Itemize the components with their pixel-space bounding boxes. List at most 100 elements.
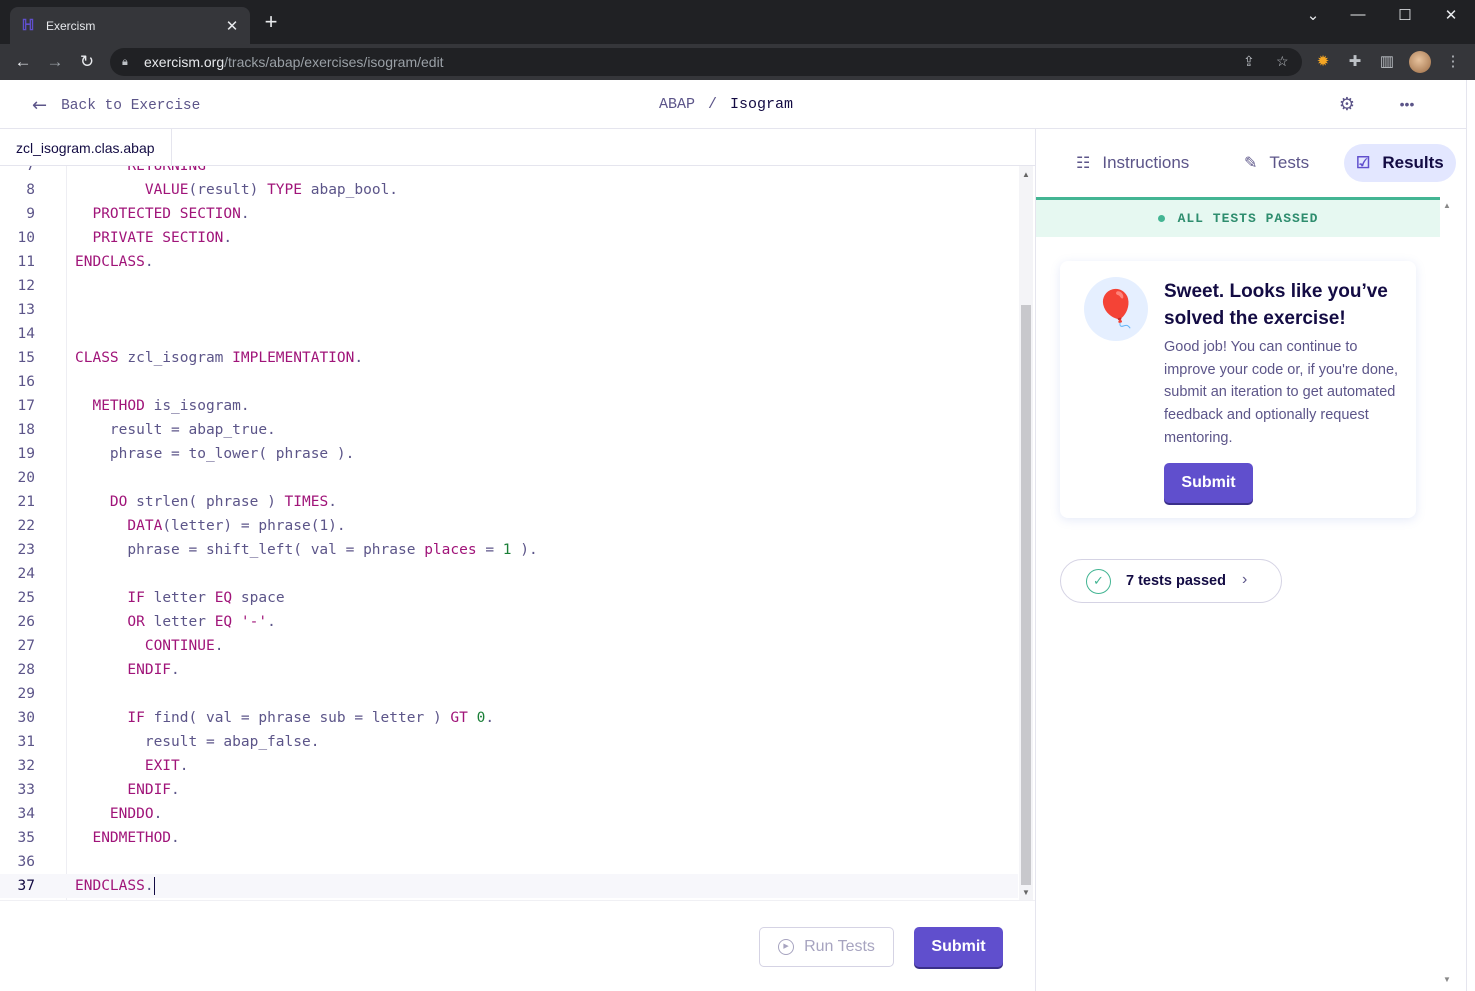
instructions-icon: ☷	[1076, 155, 1091, 172]
tests-passed-button[interactable]: ✓ 7 tests passed ›	[1060, 559, 1282, 603]
status-banner: ALL TESTS PASSED	[1036, 197, 1440, 237]
status-text: ALL TESTS PASSED	[1177, 211, 1319, 226]
reload-icon[interactable]: ↻	[76, 52, 98, 72]
code-line: 9 PROTECTED SECTION.	[26, 206, 250, 222]
run-tests-button[interactable]: ▶ Run Tests	[759, 927, 894, 967]
code-line: 12	[17, 278, 35, 294]
code-line: 24	[17, 566, 35, 582]
code-line: 32 EXIT.	[17, 758, 189, 774]
back-to-exercise-link[interactable]: ← Back to Exercise	[32, 95, 200, 116]
tab-label: Instructions	[1102, 153, 1190, 172]
browser-tab[interactable]: ℍ Exercism ✕	[10, 7, 250, 44]
tests-icon: ✎	[1244, 155, 1258, 172]
file-tabs: zcl_isogram.clas.abap	[0, 129, 1035, 166]
code-line: 10 PRIVATE SECTION.	[17, 230, 233, 246]
code-line: 15 CLASS zcl_isogram IMPLEMENTATION.	[17, 350, 364, 366]
play-icon: ▶	[778, 939, 795, 955]
lock-icon: 🔒︎	[122, 55, 128, 68]
text-cursor	[153, 877, 155, 895]
profile-avatar[interactable]	[1409, 51, 1431, 73]
code-line: 16	[17, 374, 35, 390]
browser-tab-bar: ℍ Exercism ✕ + ⌄ — ☐ ✕	[0, 0, 1475, 44]
code-line: 28 ENDIF.	[17, 662, 180, 678]
balloons-icon: 🎈	[1084, 277, 1148, 341]
code-line: 20	[17, 470, 35, 486]
tab-results[interactable]: ☑ Results	[1344, 144, 1456, 182]
share-icon[interactable]: ⇪	[1243, 53, 1255, 70]
address-bar[interactable]: 🔒︎ exercism.org/tracks/abap/exercises/is…	[110, 48, 1302, 76]
code-line: 31 result = abap_false.	[17, 734, 320, 750]
breadcrumb: ABAP / Isogram	[659, 96, 793, 113]
tab-search-icon[interactable]: ⌄	[1298, 6, 1328, 26]
tab-label: Results	[1382, 153, 1444, 172]
card-submit-button[interactable]: Submit	[1164, 463, 1253, 503]
check-circle-icon: ✓	[1086, 568, 1111, 594]
code-line: 26 OR letter EQ '-'.	[17, 614, 276, 630]
arrow-left-icon: ←	[32, 95, 48, 116]
url-host: exercism.org	[144, 54, 225, 70]
success-message: Good job! You can continue to improve yo…	[1164, 339, 1399, 446]
code-line: 25 IF letter EQ space	[17, 590, 285, 606]
success-title: Sweet. Looks like you’ve solved the exer…	[1164, 281, 1388, 329]
editor-scrollbar-thumb[interactable]	[1021, 305, 1031, 885]
code-line-active: 37 ENDCLASS.	[0, 874, 1018, 898]
forward-icon[interactable]: →	[44, 52, 66, 72]
code-line: 22 DATA(letter) = phrase(1).	[17, 518, 346, 534]
extensions-puzzle-icon[interactable]: ✚	[1346, 53, 1364, 71]
tab-instructions[interactable]: ☷ Instructions	[1064, 144, 1201, 182]
right-panel-scrollbar[interactable]: ▲ ▼	[1441, 197, 1453, 991]
scroll-up-icon[interactable]: ▲	[1019, 170, 1033, 179]
url-path: /tracks/abap/exercises/isogram/edit	[224, 54, 444, 70]
address-bar-row: ← → ↻ 🔒︎ exercism.org/tracks/abap/exerci…	[0, 44, 1475, 80]
browser-menu-icon[interactable]: ⋮	[1444, 53, 1462, 71]
maximize-icon[interactable]: ☐	[1390, 6, 1420, 26]
exercise-header: ← Back to Exercise ABAP / Isogram ⚙ •••	[0, 80, 1466, 129]
run-tests-label: Run Tests	[804, 938, 875, 955]
code-line: 11 ENDCLASS.	[17, 254, 154, 270]
success-card: 🎈 Sweet. Looks like you’ve solved the ex…	[1060, 261, 1416, 518]
tests-passed-label: 7 tests passed	[1126, 573, 1226, 589]
code-line: 29	[17, 686, 35, 702]
code-line: 17 METHOD is_isogram.	[17, 398, 250, 414]
code-text: RETURNING	[75, 166, 206, 174]
code-editor[interactable]: 7 RETURNING 8 VALUE(result) TYPE abap_bo…	[0, 166, 1033, 900]
side-panel-icon[interactable]: ▥	[1378, 53, 1396, 71]
scroll-down-icon[interactable]: ▼	[1019, 888, 1033, 897]
editor-actions: ▶ Run Tests Submit	[0, 900, 1035, 991]
code-line: 7 RETURNING	[0, 166, 1018, 178]
code-line: 8 VALUE(result) TYPE abap_bool.	[26, 182, 399, 198]
file-tab[interactable]: zcl_isogram.clas.abap	[0, 129, 172, 166]
editor-scrollbar[interactable]: ▲ ▼	[1019, 166, 1033, 900]
page-scrollbar[interactable]	[1466, 80, 1475, 991]
panel-divider[interactable]	[1035, 129, 1036, 991]
settings-gear-icon[interactable]: ⚙	[1336, 93, 1358, 115]
code-line: 36	[17, 854, 35, 870]
exercism-favicon-icon: ℍ	[21, 16, 35, 34]
breadcrumb-track[interactable]: ABAP	[659, 96, 695, 113]
breadcrumb-separator: /	[708, 96, 718, 113]
code-line: 34 ENDDO.	[17, 806, 163, 822]
close-tab-icon[interactable]: ✕	[224, 17, 240, 35]
tab-tests[interactable]: ✎ Tests	[1232, 144, 1321, 182]
code-line: 14	[17, 326, 35, 342]
code-line: 23 phrase = shift_left( val = phrase pla…	[17, 542, 538, 558]
bookmark-star-icon[interactable]: ☆	[1276, 53, 1289, 70]
code-line: 18 result = abap_true.	[17, 422, 276, 438]
code-line: 21 DO strlen( phrase ) TIMES.	[17, 494, 337, 510]
minimize-icon[interactable]: —	[1343, 6, 1373, 26]
scroll-down-icon[interactable]: ▼	[1441, 975, 1453, 984]
chevron-right-icon: ›	[1242, 571, 1248, 588]
submit-button[interactable]: Submit	[914, 927, 1003, 967]
results-icon: ☑	[1356, 155, 1371, 172]
scroll-up-icon[interactable]: ▲	[1441, 201, 1453, 210]
right-panel-tabs: ☷ Instructions ✎ Tests ☑ Results	[1036, 129, 1466, 197]
more-options-icon[interactable]: •••	[1396, 93, 1418, 115]
code-line: 19 phrase = to_lower( phrase ).	[17, 446, 355, 462]
new-tab-icon[interactable]: +	[261, 11, 281, 33]
back-label: Back to Exercise	[61, 97, 201, 114]
tab-label: Tests	[1269, 153, 1310, 172]
breadcrumb-exercise: Isogram	[730, 96, 794, 113]
extension-icon[interactable]: ✹	[1314, 53, 1332, 71]
back-icon[interactable]: ←	[12, 52, 34, 72]
close-window-icon[interactable]: ✕	[1436, 6, 1466, 26]
